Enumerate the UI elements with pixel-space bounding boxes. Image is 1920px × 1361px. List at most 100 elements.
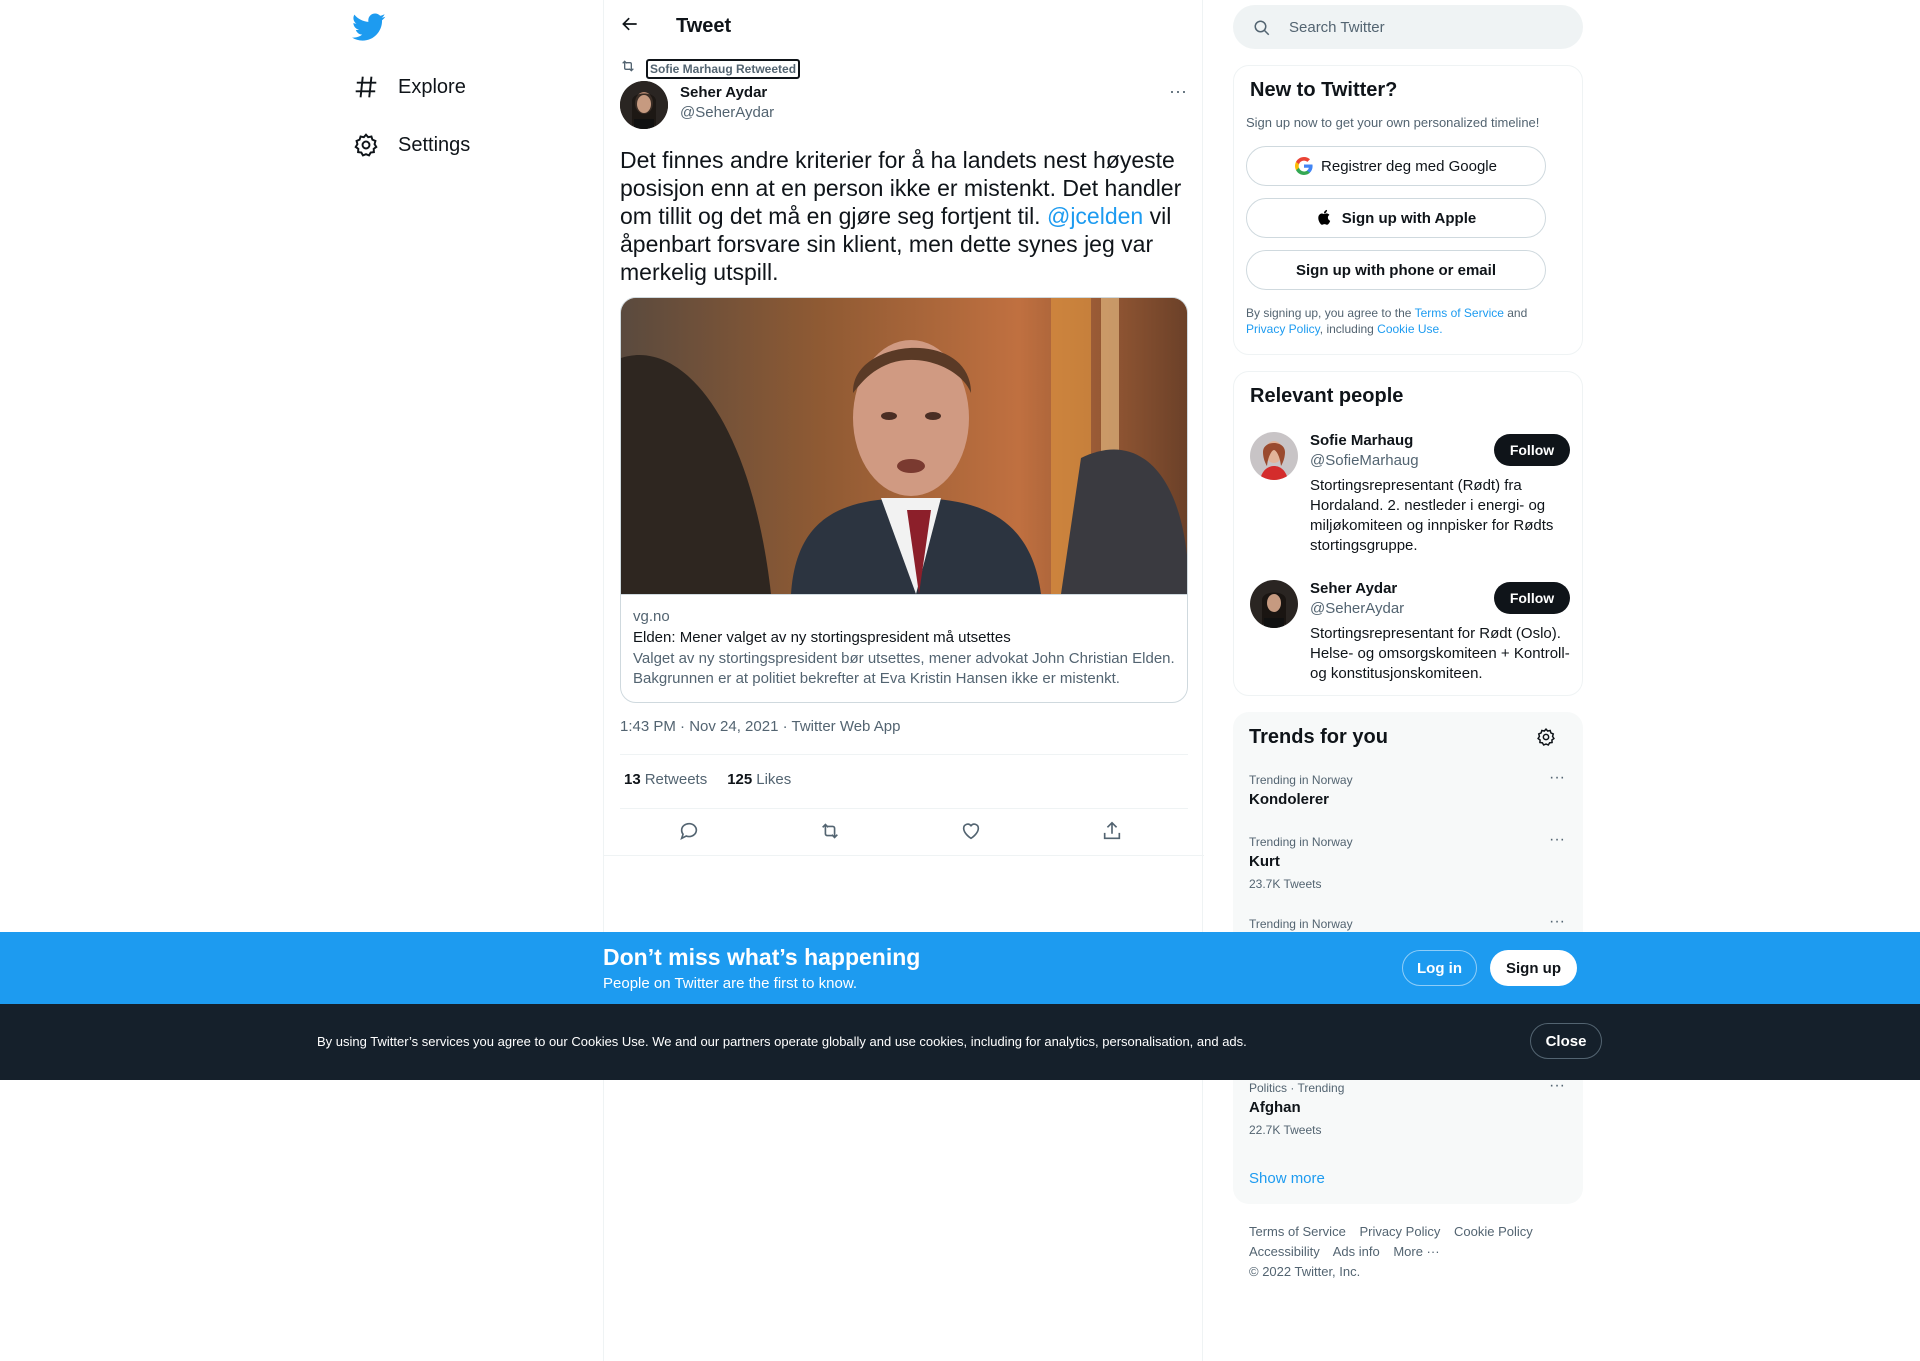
- search-icon: [1253, 19, 1271, 37]
- card-image: [621, 298, 1187, 594]
- new-to-twitter-panel: New to Twitter? Sign up now to get your …: [1233, 65, 1583, 355]
- trend-count: 23.7K Tweets: [1249, 877, 1322, 891]
- footer-copyright: © 2022 Twitter, Inc.: [1249, 1264, 1361, 1279]
- trend-item[interactable]: Politics · Trending Afghan 22.7K Tweets …: [1249, 1078, 1569, 1138]
- nav-settings-label: Settings: [398, 133, 471, 156]
- back-arrow-icon[interactable]: [620, 14, 644, 38]
- trend-more-icon[interactable]: ···: [1545, 770, 1569, 792]
- footer-terms-link[interactable]: Terms of Service: [1249, 1224, 1346, 1239]
- google-signup-label: Registrer deg med Google: [1321, 157, 1497, 175]
- divider: [620, 808, 1188, 809]
- cookie-banner-text: By using Twitter’s services you agree to…: [317, 1034, 1247, 1049]
- relevant-people-title: Relevant people: [1250, 385, 1404, 407]
- tweet-actions: [620, 818, 1188, 848]
- trend-more-icon[interactable]: ···: [1545, 1078, 1569, 1100]
- card-title: Elden: Mener valget av ny stortingspresi…: [633, 629, 1011, 646]
- retweets-count: 13: [624, 771, 641, 788]
- google-logo-icon: [1295, 157, 1313, 175]
- apple-signup-button[interactable]: Sign up with Apple: [1246, 198, 1546, 238]
- new-to-twitter-title: New to Twitter?: [1250, 79, 1398, 101]
- share-icon[interactable]: [1101, 820, 1125, 844]
- mention-link[interactable]: @jcelden: [1047, 203, 1143, 229]
- trend-name: Kurt: [1249, 853, 1280, 870]
- footer-cookie-link[interactable]: Cookie Policy: [1454, 1224, 1533, 1239]
- tweet-text: Det finnes andre kriterier for å ha land…: [620, 146, 1190, 286]
- cookie-use-link[interactable]: Cookie Use.: [1377, 322, 1442, 336]
- likes-count: 125: [727, 771, 753, 788]
- legal-and: and: [1503, 306, 1528, 320]
- signup-button[interactable]: Sign up: [1490, 950, 1577, 986]
- author-name[interactable]: Seher Aydar: [680, 84, 767, 101]
- privacy-link[interactable]: Privacy Policy: [1246, 322, 1320, 336]
- person-name[interactable]: Seher Aydar: [1310, 580, 1397, 597]
- legal-prefix: By signing up, you agree to the: [1246, 306, 1415, 320]
- main-column: Tweet Sofie Marhaug Retweeted Seher Ayda…: [603, 0, 1204, 1361]
- trends-title: Trends for you: [1249, 726, 1388, 748]
- terms-link[interactable]: Terms of Service: [1415, 306, 1504, 320]
- tweet-timestamp[interactable]: 1:43 PM · Nov 24, 2021 · Twitter Web App: [620, 718, 900, 735]
- trend-name: Kondolerer: [1249, 791, 1330, 808]
- person-name[interactable]: Sofie Marhaug: [1310, 432, 1413, 449]
- trends-settings-gear-icon[interactable]: [1536, 727, 1556, 747]
- login-button[interactable]: Log in: [1402, 950, 1477, 986]
- signup-banner-title: Don’t miss what’s happening: [603, 944, 921, 970]
- apple-logo-icon: [1316, 209, 1334, 227]
- person-avatar[interactable]: [1250, 580, 1298, 628]
- footer-accessibility-link[interactable]: Accessibility: [1249, 1244, 1320, 1259]
- tweet-header: Tweet: [604, 0, 1204, 53]
- follow-button[interactable]: Follow: [1494, 582, 1570, 614]
- retweets-label: Retweets: [644, 771, 708, 788]
- cookie-banner: By using Twitter’s services you agree to…: [0, 1004, 1920, 1080]
- likes-stat[interactable]: 125 Likes: [727, 771, 791, 788]
- footer: Terms of Service Privacy Policy Cookie P…: [1249, 1222, 1569, 1282]
- likes-label: Likes: [756, 771, 792, 788]
- twitter-bird-icon[interactable]: [352, 10, 386, 44]
- card-domain: vg.no: [633, 608, 670, 625]
- more-options-icon[interactable]: ···: [1166, 82, 1190, 104]
- signup-banner-subtitle: People on Twitter are the first to know.: [603, 975, 858, 992]
- like-heart-icon[interactable]: [960, 820, 984, 844]
- apple-signup-label: Sign up with Apple: [1341, 209, 1477, 227]
- trend-meta: Trending in Norway: [1249, 917, 1353, 931]
- footer-privacy-link[interactable]: Privacy Policy: [1359, 1224, 1440, 1239]
- search-input[interactable]: [1289, 5, 1569, 49]
- footer-more-link[interactable]: More ···: [1393, 1244, 1439, 1259]
- trend-meta: Trending in Norway: [1249, 835, 1353, 849]
- show-more-link[interactable]: Show more: [1249, 1170, 1325, 1187]
- retweet-icon[interactable]: [819, 820, 843, 844]
- trend-item[interactable]: Trending in Norway ···: [1249, 914, 1569, 932]
- search-box[interactable]: [1233, 5, 1583, 49]
- trend-meta: Trending in Norway: [1249, 773, 1353, 787]
- nav-explore[interactable]: Explore: [352, 67, 466, 107]
- cookie-close-button[interactable]: Close: [1530, 1023, 1602, 1059]
- person-handle[interactable]: @SeherAydar: [1310, 600, 1404, 617]
- retweet-context: Sofie Marhaug Retweeted: [620, 58, 801, 79]
- person-avatar[interactable]: [1250, 432, 1298, 480]
- page-title: Tweet: [676, 15, 732, 37]
- hashtag-icon: [352, 73, 380, 101]
- reply-icon[interactable]: [678, 820, 702, 844]
- trend-item[interactable]: Trending in Norway Kondolerer ···: [1249, 770, 1569, 810]
- retweets-stat[interactable]: 13 Retweets: [624, 771, 707, 788]
- divider: [620, 754, 1188, 755]
- signup-legal-text: By signing up, you agree to the Terms of…: [1246, 305, 1566, 337]
- trend-more-icon[interactable]: ···: [1545, 832, 1569, 854]
- relevant-people-panel: Relevant people Sofie Marhaug @SofieMarh…: [1233, 371, 1583, 696]
- trend-item[interactable]: Trending in Norway Kurt 23.7K Tweets ···: [1249, 832, 1569, 892]
- retweeted-by-link[interactable]: Sofie Marhaug Retweeted: [646, 58, 801, 79]
- follow-button[interactable]: Follow: [1494, 434, 1570, 466]
- phone-email-signup-button[interactable]: Sign up with phone or email: [1246, 250, 1546, 290]
- nav-settings[interactable]: Settings: [352, 125, 470, 165]
- phone-email-signup-label: Sign up with phone or email: [1295, 261, 1496, 279]
- new-to-twitter-subtitle: Sign up now to get your own personalized…: [1246, 115, 1540, 130]
- link-card[interactable]: vg.no Elden: Mener valget av ny storting…: [620, 297, 1188, 703]
- author-handle[interactable]: @SeherAydar: [680, 104, 774, 121]
- person-handle[interactable]: @SofieMarhaug: [1310, 452, 1419, 469]
- footer-ads-info-link[interactable]: Ads info: [1333, 1244, 1380, 1259]
- card-body: vg.no Elden: Mener valget av ny storting…: [621, 594, 1187, 702]
- author-avatar[interactable]: [620, 81, 668, 129]
- signup-banner: Don’t miss what’s happening People on Tw…: [0, 932, 1920, 1004]
- trend-meta: Politics · Trending: [1249, 1081, 1345, 1095]
- card-description: Valget av ny stortingspresident bør utse…: [633, 650, 1175, 687]
- google-signup-button[interactable]: Registrer deg med Google: [1246, 146, 1546, 186]
